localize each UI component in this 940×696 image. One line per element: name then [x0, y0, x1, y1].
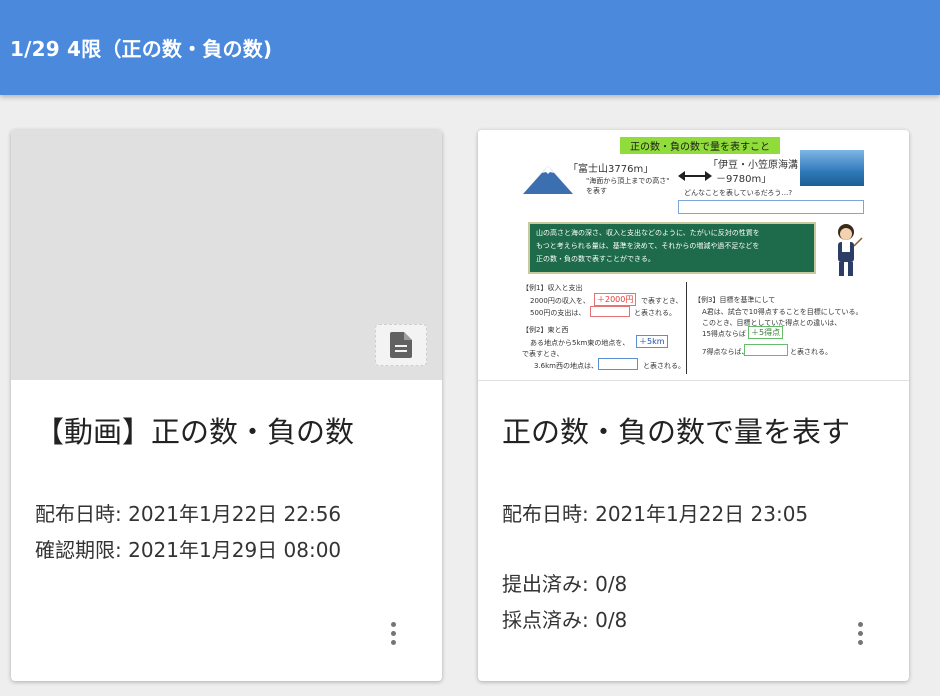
trench-label: 「伊豆・小笠原海溝 — [708, 160, 798, 171]
example-2-blank — [598, 358, 638, 370]
summary-line-1: 山の高さと海の深さ、収入と支出などのように、たがいに反対の性質を — [536, 229, 760, 237]
example-2-answer: ＋5km — [636, 335, 668, 348]
example-2-line-1: ある地点から5km東の地点を、 — [530, 339, 630, 347]
confirmation-deadline: 確認期限: 2021年1月29日 08:00 — [35, 538, 342, 562]
example-2-title: 【例2】東と西 — [522, 326, 569, 334]
assignment-card-video[interactable]: 【動画】正の数・負の数 配布日時: 2021年1月22日 22:56 確認期限:… — [11, 130, 442, 681]
example-2-line-2b: と表される。 — [643, 362, 685, 370]
page-title: 1/29 4限（正の数・負の数) — [10, 37, 273, 61]
worksheet-heading: 正の数・負の数で量を表すこと — [620, 137, 780, 154]
answer-box — [678, 200, 864, 214]
more-options-icon[interactable] — [381, 616, 405, 650]
submitted-count: 提出済み: 0/8 — [502, 572, 628, 596]
graded-count: 採点済み: 0/8 — [502, 608, 628, 632]
example-1-line-1b: で表すとき、 — [641, 297, 683, 305]
summary-line-2: もつと考えられる量は、基準を決めて、それからの増減や過不足などを — [536, 242, 760, 250]
trench-value: －9780m」 — [716, 174, 772, 185]
document-icon — [375, 324, 427, 366]
worksheet-question: どんなことを表しているだろう…? — [684, 189, 793, 197]
example-1-line-2: 500円の支出は、 — [530, 309, 586, 317]
example-3-answer: ＋5得点 — [748, 326, 784, 339]
card-title[interactable]: 正の数・負の数で量を表す — [502, 409, 850, 451]
more-options-icon[interactable] — [848, 616, 872, 650]
mountain-sub2: を表す — [586, 187, 607, 195]
assignment-card-worksheet[interactable]: 正の数・負の数で量を表すこと 「富士山3776m」 "海面から頂上までの高さ" … — [478, 130, 909, 681]
example-1-answer: ＋2000円 — [594, 293, 637, 306]
column-divider — [686, 282, 687, 374]
summary-line-3: 正の数・負の数で表すことができる。 — [536, 255, 655, 263]
example-3-line-4: 7得点ならば、 — [702, 348, 749, 356]
example-3-line-3: 15得点ならば — [702, 330, 746, 338]
example-1-title: 【例1】収入と支出 — [522, 284, 583, 292]
example-3-line-1: A君は、試合で10得点することを目標にしている。 — [702, 308, 863, 316]
distribution-date: 配布日時: 2021年1月22日 22:56 — [35, 502, 342, 526]
mountain-icon — [523, 166, 573, 194]
example-3-blank — [744, 344, 788, 356]
distribution-date: 配布日時: 2021年1月22日 23:05 — [502, 502, 809, 526]
example-3-line-4b: と表される。 — [790, 348, 832, 356]
ocean-image — [800, 150, 864, 186]
worksheet-thumbnail[interactable]: 正の数・負の数で量を表すこと 「富士山3776m」 "海面から頂上までの高さ" … — [478, 130, 909, 381]
app-header: 1/29 4限（正の数・負の数) — [0, 0, 940, 95]
double-arrow-icon — [678, 171, 712, 181]
teacher-illustration — [838, 224, 863, 276]
mountain-label: 「富士山3776m」 — [568, 164, 654, 175]
card-title[interactable]: 【動画】正の数・負の数 — [35, 409, 354, 451]
example-3-title: 【例3】目標を基準にして — [694, 296, 776, 304]
example-1-line-1: 2000円の収入を、 — [530, 297, 590, 305]
example-2-line-1b: で表すとき、 — [522, 350, 564, 358]
example-1-blank — [590, 306, 630, 317]
example-2-line-2: 3.6km西の地点は、 — [534, 362, 599, 370]
mountain-sub: "海面から頂上までの高さ" — [586, 177, 670, 185]
card-thumbnail[interactable] — [11, 130, 442, 380]
example-1-line-2b: と表される。 — [634, 309, 676, 317]
